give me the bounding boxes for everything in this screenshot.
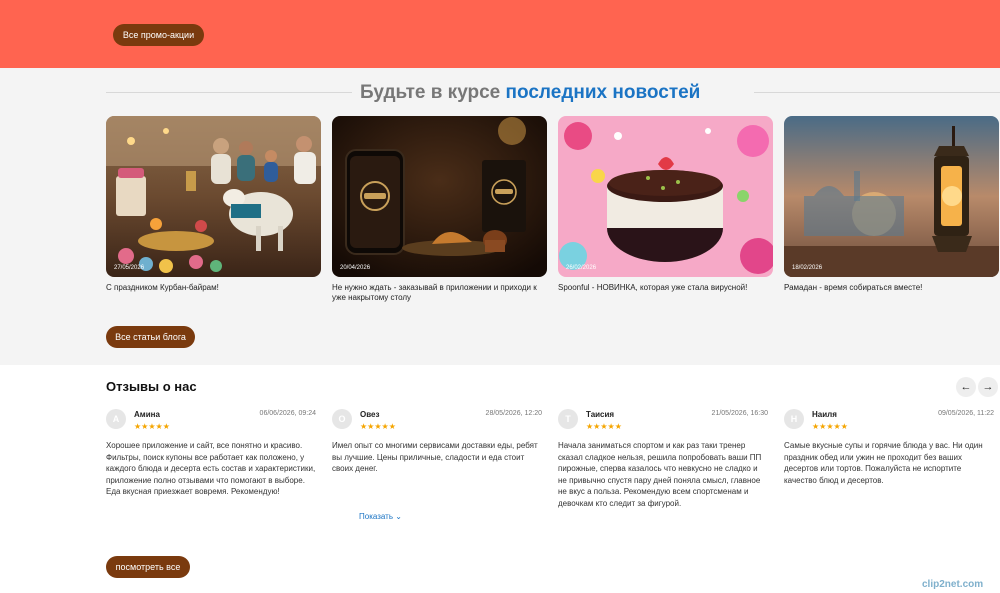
reviewer-name: Таисия <box>586 410 615 419</box>
news-card[interactable]: 27/05/2026 С праздником Курбан-байрам! <box>106 116 321 293</box>
news-card-caption[interactable]: Рамадан - время собираться вместе! <box>784 283 999 293</box>
avatar: Н <box>784 409 804 429</box>
avatar: А <box>106 409 126 429</box>
promo-banner: Все промо-акции <box>0 0 1000 68</box>
review-text: Самые вкусные супы и горячие блюда у вас… <box>784 441 983 485</box>
review-date: 28/05/2026, 12:20 <box>485 410 542 417</box>
ramadan-lantern-illustration <box>784 116 999 277</box>
star-rating: ★★★★★ <box>586 422 622 431</box>
news-card-image[interactable]: 18/02/2026 <box>784 116 999 277</box>
news-card-image[interactable]: 20/04/2026 <box>332 116 547 277</box>
watermark: clip2net.com <box>922 579 984 590</box>
review-date: 09/05/2026, 11:22 <box>938 410 994 417</box>
news-card-caption[interactable]: Spoonful - НОВИНКА, которая уже стала ви… <box>558 283 773 293</box>
star-rating: ★★★★★ <box>812 422 848 431</box>
reviewer-name: Овез <box>360 410 380 419</box>
all-blog-posts-button[interactable]: Все статьи блога <box>106 326 195 348</box>
divider <box>754 92 1000 93</box>
all-promotions-button[interactable]: Все промо-акции <box>113 24 204 46</box>
news-card-image[interactable]: 27/05/2026 <box>106 116 321 277</box>
review-date: 06/06/2026, 09:24 <box>259 410 316 417</box>
reviews-title: Отзывы о нас <box>106 379 197 394</box>
avatar: Т <box>558 409 578 429</box>
reviewer-name: Наиля <box>812 410 837 419</box>
prev-arrow-icon[interactable]: ← <box>956 377 976 397</box>
review-text: Хорошее приложение и сайт, все понятно и… <box>106 441 316 496</box>
review-date: 21/05/2026, 16:30 <box>711 410 768 417</box>
news-heading-part1: Будьте в курсе <box>360 82 501 103</box>
news-heading: Будьте в курсе последних новостей <box>360 82 760 104</box>
review-text-body: Имел опыт со многими сервисами доставки … <box>332 441 538 473</box>
news-card-date: 27/05/2026 <box>114 265 145 271</box>
news-card-date: 18/02/2026 <box>792 265 823 271</box>
news-card-image[interactable]: 26/02/2026 <box>558 116 773 277</box>
star-rating: ★★★★★ <box>360 422 396 431</box>
news-card-caption[interactable]: С праздником Курбан-байрам! <box>106 283 321 293</box>
news-card[interactable]: 20/04/2026 Не нужно ждать - заказывай в … <box>332 116 547 303</box>
news-card[interactable]: 26/02/2026 Spoonful - НОВИНКА, которая у… <box>558 116 773 293</box>
news-card-caption[interactable]: Не нужно ждать - заказывай в приложении … <box>332 283 547 303</box>
see-all-reviews-button[interactable]: посмотреть все <box>106 556 190 578</box>
divider <box>106 92 352 93</box>
next-arrow-icon[interactable]: → <box>978 377 998 397</box>
phone-app-illustration <box>332 116 547 277</box>
news-section: Будьте в курсе последних новостей 27/05/… <box>0 68 1000 365</box>
news-heading-part2: последних новостей <box>505 82 701 103</box>
news-card-date: 26/02/2026 <box>566 265 597 271</box>
news-heading-row: Будьте в курсе последних новостей <box>106 82 1000 104</box>
feast-illustration <box>106 116 321 277</box>
star-rating: ★★★★★ <box>134 422 170 431</box>
review-text: Начала заниматься спортом и как раз таки… <box>558 441 762 508</box>
show-more-link[interactable]: Показать ⌄ <box>359 511 402 523</box>
avatar: О <box>332 409 352 429</box>
reviewer-name: Амина <box>134 410 160 419</box>
review-text: Имел опыт со многими сервисами доставки … <box>332 440 542 521</box>
news-card-date: 20/04/2026 <box>340 265 371 271</box>
dessert-illustration <box>558 116 773 277</box>
news-card[interactable]: 18/02/2026 Рамадан - время собираться вм… <box>784 116 999 293</box>
